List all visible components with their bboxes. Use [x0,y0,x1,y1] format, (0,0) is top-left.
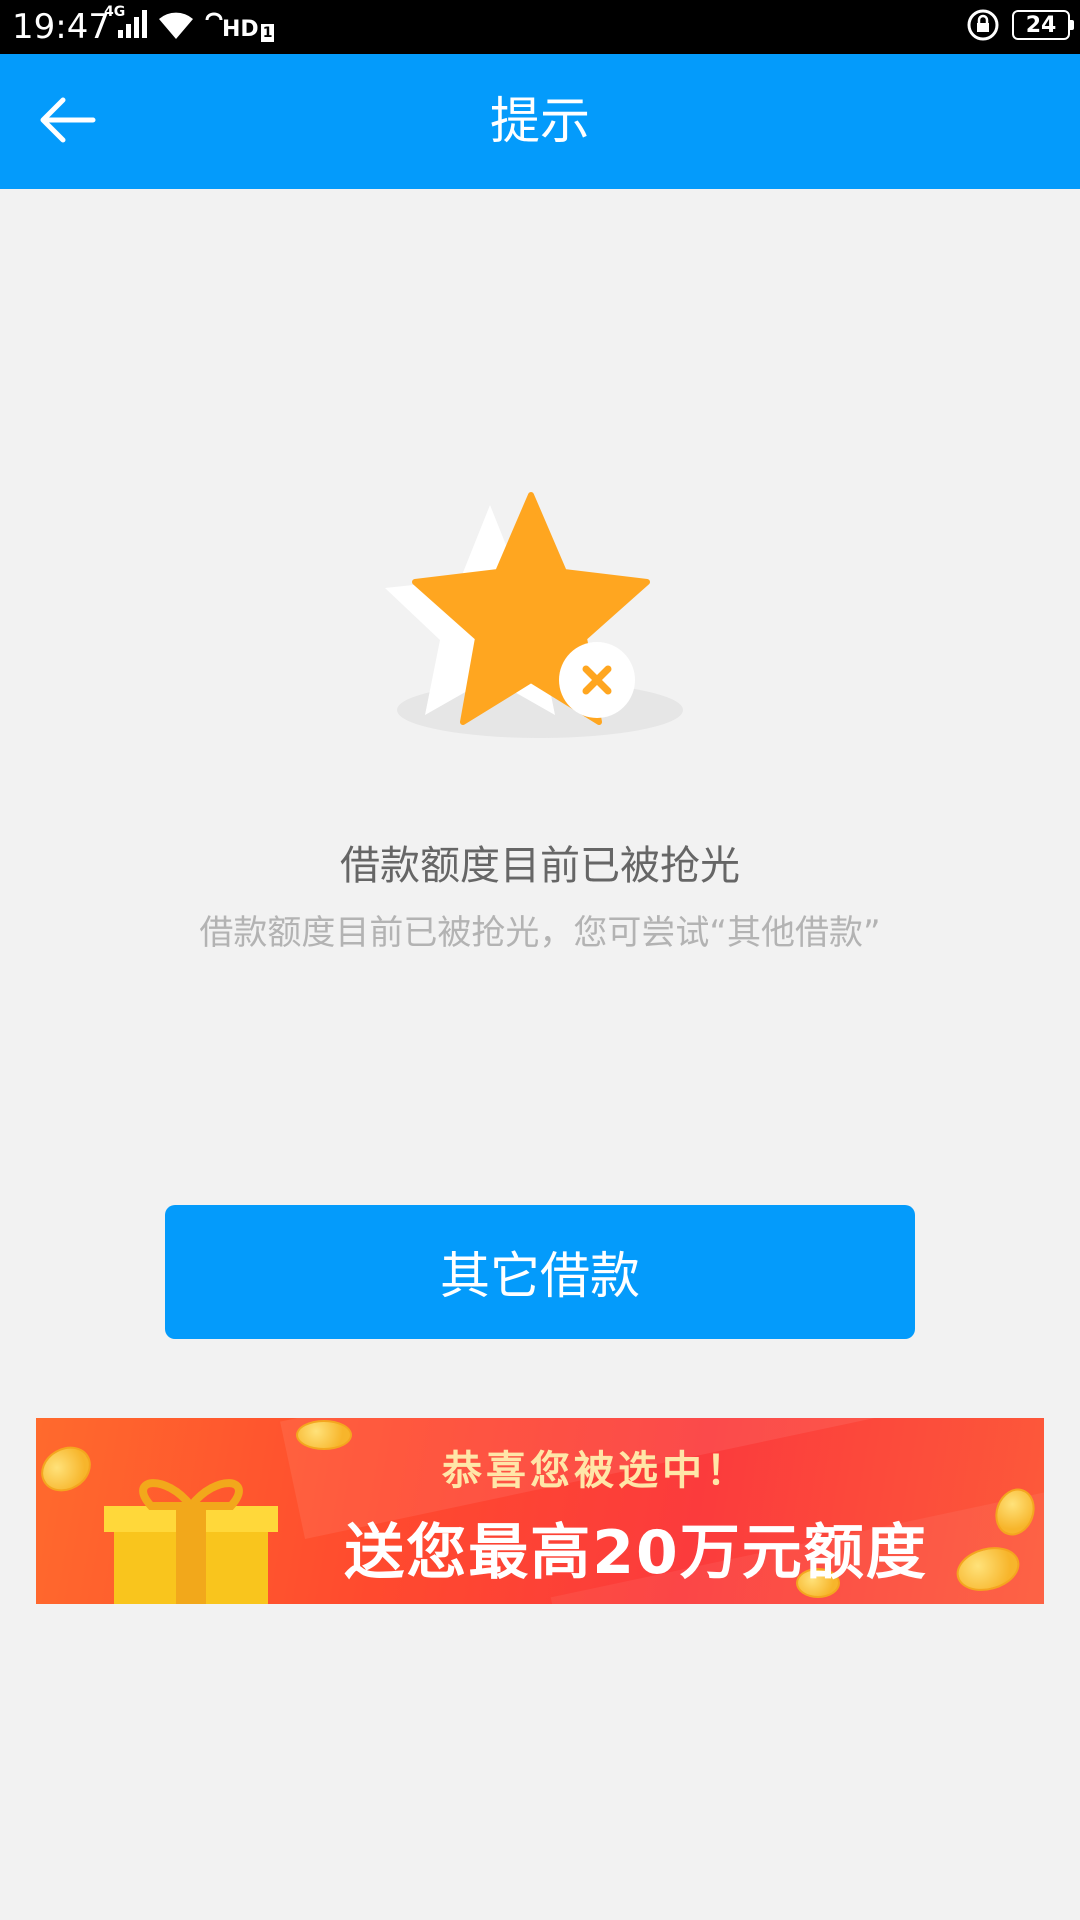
status-bar: 19:47 4G HD 1 24 [0,0,1080,54]
signal-icon: 4G [104,4,148,42]
status-left-icons: 4G HD 1 [104,4,275,42]
coin-icon [36,1437,100,1501]
empty-state-illustration [385,490,695,740]
battery-level: 24 [1025,12,1057,38]
wifi-icon [156,8,196,42]
hd-call-icon: HD 1 [204,8,275,42]
other-loans-button[interactable]: 其它借款 [165,1205,915,1339]
notice-title: 借款额度目前已被抢光 [340,843,740,889]
gift-icon [96,1468,286,1604]
app-bar: 提示 [0,54,1080,189]
hd-sub-label: 1 [260,24,275,42]
battery-indicator: 24 [1012,10,1074,40]
status-right-icons: 24 [966,8,1074,42]
status-time: 19:47 [12,7,110,47]
hd-label: HD [222,17,259,42]
banner-offer: 送您最高20万元额度 [344,1518,928,1588]
notice-subtitle: 借款额度目前已被抢光，您可尝试“其他借款” [199,913,881,953]
promo-banner[interactable]: 恭喜您被选中！ 送您最高20万元额度 [36,1418,1044,1604]
page-title: 提示 [490,92,590,150]
banner-headline: 恭喜您被选中！ [442,1448,750,1494]
rotation-lock-icon [966,8,1000,42]
